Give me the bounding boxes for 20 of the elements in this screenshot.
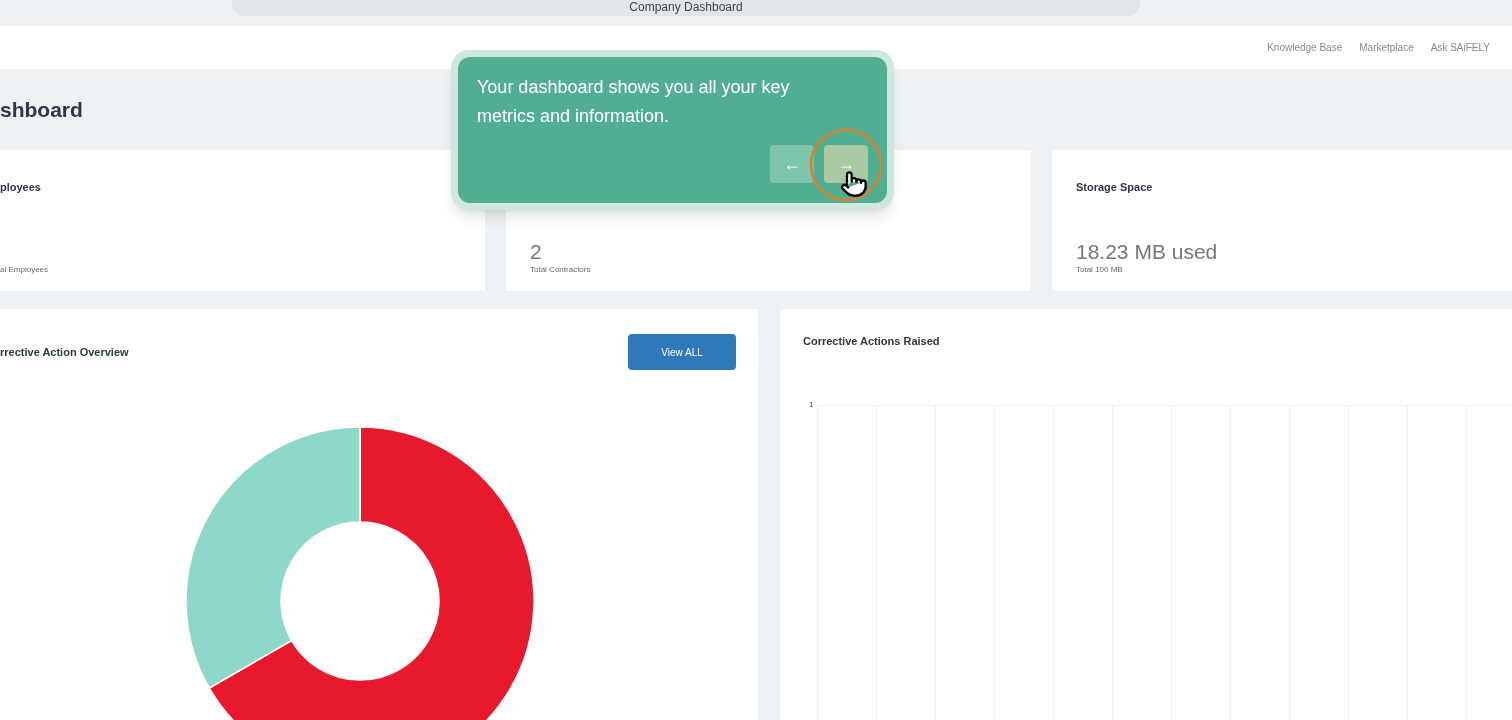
nav-link[interactable]: Marketplace — [1359, 40, 1414, 55]
nav-link[interactable]: Knowledge Base — [1267, 40, 1343, 55]
tooltip-text: Your dashboard shows you all your key metrics and information. — [477, 76, 791, 128]
nav-link[interactable]: Ask SAiFELY — [1430, 40, 1490, 55]
click-highlight-icon — [808, 127, 884, 203]
stat-value: 2 — [530, 240, 543, 264]
stat-label: Total Contractors — [530, 264, 592, 276]
card-title: rrective Action Overview — [0, 345, 129, 360]
window-title: Company Dashboard — [629, 0, 743, 16]
card-title: Storage Space — [1076, 181, 1153, 193]
page-title: shboard — [0, 96, 83, 123]
card-title: Corrective Actions Raised — [803, 334, 941, 349]
stat-label: Total 100 MB — [1076, 264, 1124, 276]
previous-button[interactable]: ← — [770, 145, 814, 183]
stat-label: al Employees — [0, 264, 50, 276]
stat-value: 18.23 MB used — [1076, 240, 1219, 264]
view-all-button[interactable]: View ALL — [628, 334, 736, 370]
axis-tick-label: 1 — [809, 400, 814, 411]
card-title: ployees — [0, 181, 41, 193]
hand-cursor-icon — [840, 170, 868, 198]
